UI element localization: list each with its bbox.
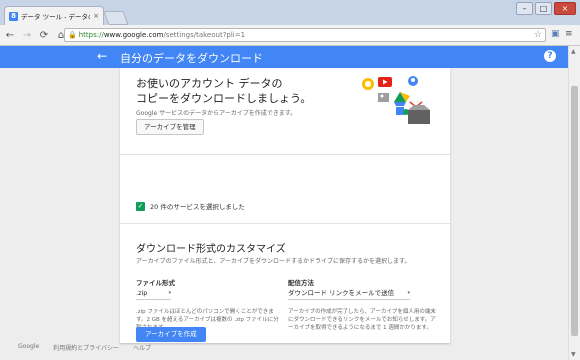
takeout-card: お使いのアカウント データの コピーをダウンロードしましょう。 Google サ… — [120, 68, 450, 343]
contacts-icon — [378, 93, 389, 102]
delivery-method-value: ダウンロード リンクをメールで送信 — [288, 289, 395, 297]
archive-box-icon — [408, 105, 430, 124]
dropdown-caret-icon: ▾ — [407, 290, 410, 296]
hero-title: お使いのアカウント データの コピーをダウンロードしましょう。 — [136, 77, 312, 105]
bookmark-star-icon[interactable]: ☆ — [534, 30, 542, 40]
close-tab-icon[interactable]: × — [93, 12, 99, 20]
forward-icon[interactable]: → — [20, 30, 34, 41]
camera-icon[interactable]: ▣ — [551, 29, 560, 39]
customize-description: アーカイブのファイル形式と、アーカイブをダウンロードするかドライブに保存するかを… — [136, 258, 411, 265]
drive-icon — [394, 92, 410, 106]
back-icon[interactable]: ← — [3, 30, 17, 41]
tab-strip: 8 データ ツール - データのダウ × – □ × — [0, 0, 580, 25]
lock-icon: 🔒 — [68, 31, 77, 39]
footer-link-terms[interactable]: 利用規約とプライバシー — [53, 343, 119, 352]
reload-icon[interactable]: ⟳ — [37, 30, 51, 41]
manage-archives-button[interactable]: アーカイブを管理 — [136, 119, 204, 135]
page-title: 自分のデータをダウンロード — [120, 52, 263, 65]
favicon-icon: 8 — [9, 11, 18, 21]
hero-subtitle: Google サービスのデータからアーカイブを作成できます。 — [136, 110, 297, 117]
create-archive-button[interactable]: アーカイブを作成 — [136, 327, 206, 342]
url-path: /settings/takeout?pli=1 — [163, 31, 246, 39]
back-arrow-icon[interactable]: ← — [97, 49, 107, 63]
delivery-method-select[interactable]: ダウンロード リンクをメールで送信 ▾ — [288, 287, 410, 300]
help-icon[interactable]: ? — [544, 50, 556, 62]
scroll-up-icon[interactable]: ▲ — [571, 48, 576, 55]
google-plus-icon — [396, 107, 404, 115]
close-window-button[interactable]: × — [554, 2, 576, 15]
address-bar[interactable]: 🔒 https:// www.google.com /settings/take… — [64, 28, 546, 42]
file-format-value: .zip — [136, 289, 148, 297]
services-illustration — [362, 76, 430, 124]
tab-title: データ ツール - データのダウ — [21, 13, 90, 21]
delivery-method-help: アーカイブの作成が完了したら、アーカイブを個人用の端末にダウンロードできるリンク… — [288, 309, 436, 331]
new-tab-button[interactable] — [103, 11, 129, 25]
services-selected-label: 20 件のサービスを選択しました — [150, 203, 245, 211]
file-format-select[interactable]: .zip ▾ — [136, 287, 171, 300]
app-bar: ← 自分のデータをダウンロード ? — [0, 46, 568, 68]
window-controls: – □ × — [516, 2, 576, 15]
photos-icon — [362, 78, 374, 90]
url-host: www.google.com — [103, 31, 164, 39]
scroll-thumb[interactable] — [571, 86, 578, 336]
url-scheme: https:// — [78, 31, 104, 39]
customize-title: ダウンロード形式のカスタマイズ — [136, 244, 286, 255]
page-footer: Google 利用規約とプライバシー ヘルプ — [18, 343, 151, 352]
browser-toolbar: ← → ⟳ ⌂ 🔒 https:// www.google.com /setti… — [0, 25, 580, 46]
youtube-icon — [378, 77, 392, 87]
footer-link-help[interactable]: ヘルプ — [133, 343, 151, 352]
divider — [120, 223, 450, 224]
file-format-label: ファイル形式 — [136, 279, 175, 287]
maximize-button[interactable]: □ — [535, 2, 552, 15]
delivery-method-label: 配信方法 — [288, 279, 314, 287]
vertical-scrollbar[interactable]: ▲ ▼ — [568, 46, 580, 360]
footer-link-google[interactable]: Google — [18, 343, 39, 352]
divider — [120, 154, 450, 155]
minimize-button[interactable]: – — [516, 2, 533, 15]
menu-icon[interactable]: ≡ — [565, 29, 573, 39]
dropdown-caret-icon: ▾ — [168, 290, 171, 296]
services-checkbox[interactable]: ✓ — [136, 201, 145, 211]
scroll-down-icon[interactable]: ▼ — [571, 351, 576, 358]
browser-tab[interactable]: 8 データ ツール - データのダウ × — [4, 6, 104, 25]
page-viewport: ← 自分のデータをダウンロード ? お使いのアカウント データの コピーをダウン… — [0, 46, 568, 360]
services-selected-row: ✓ 20 件のサービスを選択しました — [136, 201, 245, 211]
account-icon — [408, 76, 418, 86]
